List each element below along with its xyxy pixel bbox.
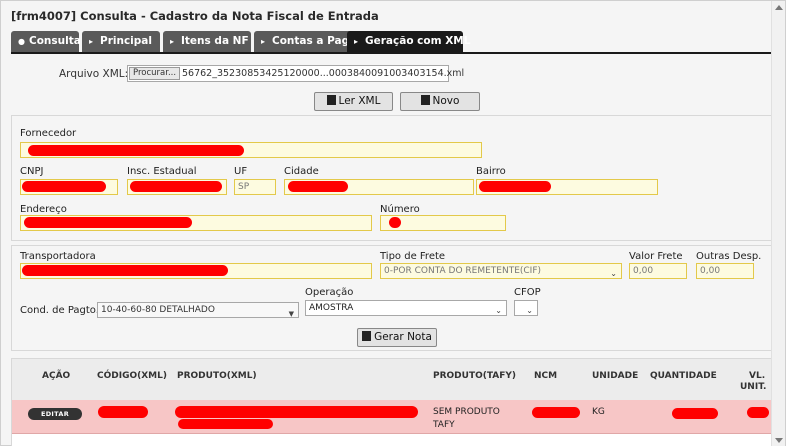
cfop-select[interactable]: ⌄ [514, 300, 538, 316]
tipo-frete-label: Tipo de Frete [380, 251, 446, 262]
cnpj-label: CNPJ [20, 166, 44, 177]
vertical-scrollbar[interactable] [771, 1, 785, 446]
chevron-down-icon: ⌄ [495, 306, 502, 315]
col-ncm: NCM [534, 371, 558, 381]
redaction-mark [24, 217, 192, 228]
col-codigo-xml: CÓDIGO(XML) [97, 371, 167, 381]
redaction-mark [175, 406, 418, 418]
fornecedor-label: Fornecedor [20, 128, 77, 139]
search-icon: ● [18, 37, 25, 46]
cond-pagto-select[interactable]: 10-40-60-80 DETALHADO ▼ [97, 302, 299, 318]
uf-value: SP [238, 182, 250, 192]
endereco-label: Endereço [20, 204, 67, 215]
tab-label: Principal [100, 35, 152, 47]
bairro-label: Bairro [476, 166, 506, 177]
uf-label: UF [234, 166, 248, 177]
operacao-value: AMOSTRA [309, 303, 354, 313]
save-icon [362, 331, 372, 341]
table-row[interactable]: EDITAR SEM PRODUTO TAFY KG [12, 400, 772, 434]
outras-desp-label: Outras Desp. [696, 251, 762, 262]
novo-button[interactable]: Novo [400, 92, 480, 111]
items-grid: AÇÃO CÓDIGO(XML) PRODUTO(XML) PRODUTO(TA… [11, 358, 773, 446]
operacao-label: Operação [305, 287, 354, 298]
redaction-mark [22, 181, 106, 192]
redaction-mark [130, 181, 222, 192]
cond-pagto-value: 10-40-60-80 DETALHADO [101, 305, 215, 315]
redaction-mark [532, 407, 580, 418]
gerar-nota-button[interactable]: Gerar Nota [357, 328, 437, 347]
form-window: [frm4007] Consulta - Cadastro da Nota Fi… [0, 0, 786, 446]
valor-frete-field[interactable]: 0,00 [629, 263, 687, 279]
tab-contas-a-pagar[interactable]: ▸ Contas a Pagar [254, 31, 361, 52]
redaction-mark [178, 419, 273, 429]
col-acao: AÇÃO [42, 371, 71, 381]
redaction-mark [288, 181, 348, 192]
ler-xml-label: Ler XML [338, 95, 381, 107]
redaction-mark [747, 407, 769, 418]
col-unidade: UNIDADE [592, 371, 639, 381]
valor-frete-label: Valor Frete [629, 251, 683, 262]
chevron-right-icon: ▸ [89, 37, 94, 46]
outras-desp-value: 0,00 [700, 266, 721, 276]
tab-label: Itens da NF [181, 35, 249, 47]
tab-geracao-com-xml[interactable]: ▸ Geração com XML [347, 31, 470, 52]
tab-label: Geração com XML [365, 35, 471, 47]
operacao-select[interactable]: AMOSTRA ⌄ [305, 300, 507, 316]
outras-desp-field[interactable]: 0,00 [696, 263, 754, 279]
cidade-label: Cidade [284, 166, 319, 177]
edit-button[interactable]: EDITAR [28, 408, 82, 420]
tipo-frete-select[interactable]: 0-POR CONTA DO REMETENTE(CIF) ⌄ [380, 263, 622, 279]
redaction-mark [22, 265, 228, 276]
redaction-mark [672, 408, 718, 419]
document-icon [326, 95, 336, 105]
chevron-down-icon: ⌄ [610, 269, 617, 278]
browse-button[interactable]: Procurar... [129, 67, 181, 80]
produto-tafy-line2: TAFY [433, 420, 455, 430]
xml-file-label: Arquivo XML: [59, 68, 129, 80]
chevron-right-icon: ▸ [170, 37, 175, 46]
gerar-nota-label: Gerar Nota [374, 331, 432, 343]
tab-itens-da-nf[interactable]: ▸ Itens da NF [163, 31, 251, 52]
col-quantidade: QUANTIDADE [650, 371, 717, 381]
scroll-up-arrow-icon[interactable] [775, 5, 783, 10]
tab-principal[interactable]: ▸ Principal [82, 31, 160, 52]
col-produto-tafy: PRODUTO(TAFY) [433, 371, 517, 381]
novo-label: Novo [432, 95, 460, 107]
col-unit: UNIT. [740, 382, 767, 392]
chevron-right-icon: ▸ [261, 37, 266, 46]
tab-label: Consulta [29, 35, 81, 47]
chevron-right-icon: ▸ [354, 37, 359, 46]
col-vl: VL. [749, 371, 766, 381]
chevron-down-icon: ⌄ [526, 306, 533, 315]
tipo-frete-value: 0-POR CONTA DO REMETENTE(CIF) [384, 266, 542, 276]
redaction-mark [28, 145, 244, 156]
redaction-mark [389, 217, 401, 228]
supplier-panel: Fornecedor CNPJ Insc. Estadual UF SP Cid… [11, 115, 773, 241]
ler-xml-button[interactable]: Ler XML [314, 92, 393, 111]
transportadora-label: Transportadora [20, 251, 96, 262]
cond-pagto-label: Cond. de Pagto. [20, 305, 99, 316]
unidade-value: KG [592, 407, 605, 417]
triangle-down-icon: ▼ [288, 310, 294, 318]
numero-label: Número [380, 204, 420, 215]
tab-consulta[interactable]: ● Consulta [11, 31, 81, 52]
insc-estadual-label: Insc. Estadual [127, 166, 197, 177]
cfop-label: CFOP [514, 287, 541, 298]
redaction-mark [479, 181, 551, 192]
window-title: [frm4007] Consulta - Cadastro da Nota Fi… [11, 9, 379, 23]
valor-frete-value: 0,00 [633, 266, 654, 276]
grid-header: AÇÃO CÓDIGO(XML) PRODUTO(XML) PRODUTO(TA… [12, 359, 772, 400]
new-document-icon [420, 95, 430, 105]
tab-underline [11, 52, 773, 54]
col-produto-xml: PRODUTO(XML) [177, 371, 257, 381]
xml-file-name: 56762_35230853425120000...00038400910034… [182, 68, 465, 79]
xml-file-input[interactable]: Procurar... 56762_35230853425120000...00… [127, 65, 464, 82]
uf-field[interactable]: SP [234, 179, 276, 195]
scroll-down-arrow-icon[interactable] [775, 438, 783, 443]
redaction-mark [98, 406, 148, 418]
produto-tafy-line1: SEM PRODUTO [433, 407, 500, 417]
